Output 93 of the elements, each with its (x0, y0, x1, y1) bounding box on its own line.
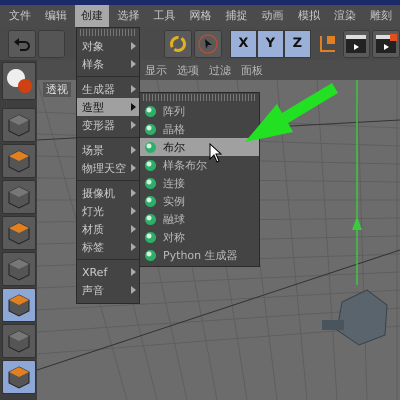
cursor-icon (209, 143, 223, 163)
mode-button[interactable] (2, 144, 36, 178)
cube-icon (6, 256, 32, 282)
menu-entry[interactable]: 实例 (140, 192, 259, 210)
menu-item[interactable]: 选择 (111, 5, 146, 27)
generator-icon (144, 158, 157, 172)
axis-button[interactable]: Z (284, 30, 311, 58)
tear-off-handle[interactable] (80, 29, 136, 36)
menu-entry[interactable]: 物理天空 (77, 159, 139, 177)
axis-button[interactable]: X (230, 30, 257, 58)
cube-icon (6, 328, 32, 354)
cube-icon (6, 364, 32, 390)
viewport-label: 透视 (43, 82, 71, 97)
mode-button[interactable] (2, 252, 36, 286)
menu-entry[interactable]: 造型 (77, 98, 139, 116)
menu-item[interactable]: 工具 (147, 5, 182, 27)
submenu-arrow-icon (131, 85, 136, 93)
undo-button[interactable] (8, 30, 36, 58)
menu-entry[interactable]: XRef (77, 263, 139, 281)
submenu-arrow-icon (131, 207, 136, 215)
menu-entry[interactable]: 摄像机 (77, 184, 139, 202)
menu-entry[interactable]: 阵列 (140, 102, 259, 120)
axis-button[interactable]: Y (256, 30, 284, 58)
clapboard-icon (374, 32, 398, 54)
rotate-icon (168, 34, 188, 54)
mode-button[interactable] (2, 108, 36, 142)
generator-icon (144, 248, 157, 262)
undo-icon (12, 36, 31, 52)
menu-item[interactable]: 动画 (256, 5, 290, 27)
menu-entry[interactable]: 对象 (77, 37, 139, 55)
menu-entry[interactable]: 布尔 (140, 138, 259, 156)
menu-item[interactable]: 模拟 (292, 5, 326, 27)
mode-button[interactable] (2, 360, 36, 394)
mode-button[interactable] (2, 288, 36, 322)
menu-entry[interactable]: Python 生成器 (140, 246, 259, 264)
mode-button[interactable] (2, 324, 36, 358)
menu-entry[interactable]: 样条布尔 (140, 156, 259, 174)
cube-icon (6, 220, 32, 246)
generator-icon (144, 230, 157, 244)
submenu-arrow-icon (131, 164, 136, 172)
rotate-button[interactable] (164, 30, 192, 58)
select-button[interactable] (194, 30, 222, 58)
tear-off-handle[interactable] (143, 94, 256, 101)
menu-entry[interactable]: 晶格 (140, 120, 259, 138)
submenu-arrow-icon (131, 60, 136, 68)
render-settings-button[interactable] (372, 30, 400, 58)
cube-icon (6, 184, 32, 210)
submenu-arrow-icon (131, 268, 136, 276)
submenu-arrow-icon (131, 286, 136, 294)
submenu-arrow-icon (131, 225, 136, 233)
submenu-arrow-icon (131, 121, 136, 129)
cube-icon (6, 148, 32, 174)
menu-item[interactable]: 雕刻 (364, 5, 398, 27)
generator-icon (144, 104, 157, 118)
render-button[interactable] (342, 30, 370, 58)
clapboard-icon (344, 32, 368, 54)
mode-button[interactable] (2, 216, 36, 250)
menu-item[interactable]: 编辑 (39, 5, 74, 27)
model-mode-button[interactable] (2, 62, 36, 100)
menu-item[interactable]: 创建 (75, 5, 110, 27)
generator-icon (144, 194, 157, 208)
menu-entry[interactable]: 标签 (77, 238, 139, 256)
generator-icon (144, 212, 157, 226)
viewport-menu-item[interactable]: 显示 (145, 62, 167, 78)
viewport-menu-item[interactable]: 过滤 (209, 62, 231, 78)
mode-button[interactable] (2, 180, 36, 214)
menu-entry[interactable]: 样条 (77, 55, 139, 73)
menu-item[interactable]: 文件 (3, 5, 38, 27)
menu-entry[interactable]: 连接 (140, 174, 259, 192)
generator-icon (144, 140, 157, 154)
submenu-arrow-icon (131, 146, 136, 154)
cube-icon (6, 112, 32, 138)
menu-entry[interactable]: 变形器 (77, 116, 139, 134)
menu-entry[interactable]: 生成器 (77, 80, 139, 98)
submenu-arrow-icon (131, 243, 136, 251)
viewport-menu-item[interactable]: 选项 (177, 62, 199, 78)
menu-item[interactable]: 渲染 (328, 5, 362, 27)
generator-icon (144, 122, 157, 136)
object-drawing (322, 289, 388, 346)
generator-icon (144, 176, 157, 190)
menu-entry[interactable]: 融球 (140, 210, 259, 228)
menu-entry[interactable]: 灯光 (77, 202, 139, 220)
menu-entry[interactable]: 对称 (140, 228, 259, 246)
menu-entry[interactable]: 材质 (77, 220, 139, 238)
menu-item[interactable]: 捕捉 (220, 5, 254, 27)
submenu-arrow-icon (131, 189, 136, 197)
submenu-arrow-icon (131, 103, 136, 111)
cube-icon (6, 292, 32, 318)
menu-entry[interactable]: 场景 (77, 141, 139, 159)
menu-entry[interactable]: 声音 (77, 281, 139, 299)
submenu-arrow-icon (131, 42, 136, 50)
viewport-menu-item[interactable]: 面板 (241, 62, 263, 78)
menu-item[interactable]: 网格 (183, 5, 218, 27)
